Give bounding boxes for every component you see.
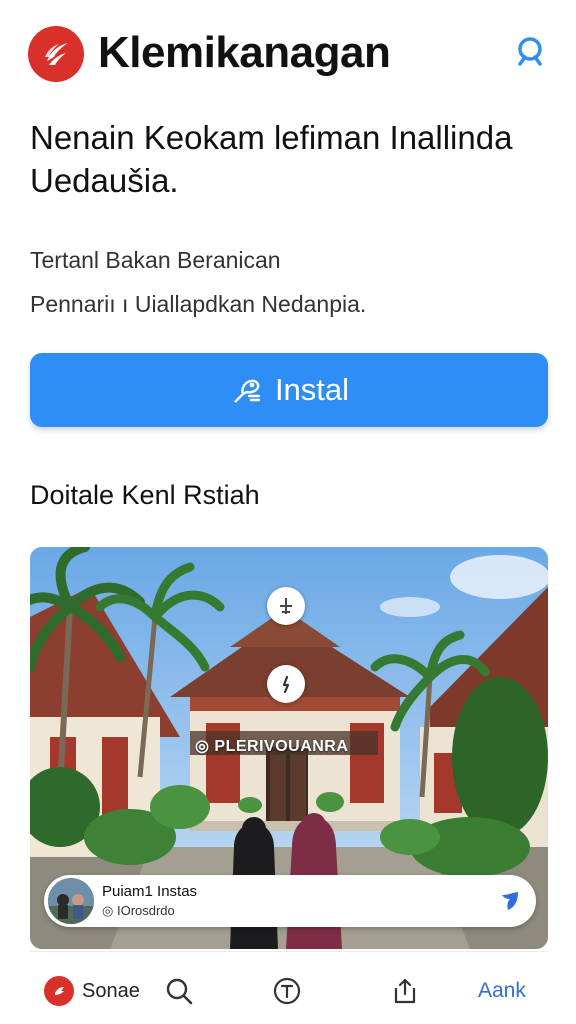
section-title: Doitale Kenl Rstiah: [30, 480, 260, 510]
place-action-button[interactable]: [496, 887, 524, 915]
place-subtitle: ◎ IOrosdrdo: [102, 903, 175, 919]
bottom-navigation: Sonae Aank: [30, 951, 548, 1024]
building-sign: ◎ PLERIVOUANRA: [195, 736, 348, 756]
map-pin-marker[interactable]: [267, 587, 305, 625]
location-pin-icon: ◎: [102, 903, 117, 918]
install-label: Instal: [274, 372, 350, 407]
intro-headline: Nenain Keokam lefiman Inallinda Uedaušia…: [30, 119, 513, 199]
location-marker[interactable]: [267, 665, 305, 703]
place-info-card[interactable]: Puiam1 Instas ◎ IOrosdrdo: [44, 875, 536, 927]
intro-description: Tertanl Bakan Beranican Pennariı ı Uiall…: [30, 238, 550, 326]
pin-icon: [280, 598, 292, 614]
nav-search[interactable]: [164, 974, 194, 1008]
app-logo-icon: [28, 26, 84, 82]
nav-share[interactable]: [390, 974, 420, 1008]
sign-icon: ◎: [195, 738, 215, 755]
description-line-2: Pennariı ı Uiallapdkan Nedanpia.: [30, 291, 367, 317]
nav-timer[interactable]: [272, 974, 302, 1008]
place-title: Puiam1 Instas: [102, 883, 198, 900]
place-avatar: [48, 878, 94, 924]
share-icon: [394, 978, 416, 1004]
shield-icon: [502, 892, 518, 910]
nav-account[interactable]: Aank: [478, 974, 526, 1008]
search-icon: [166, 978, 193, 1005]
sign-text: PLERIVOUANRA: [214, 738, 349, 755]
install-button[interactable]: Instal: [30, 353, 548, 427]
app-title: Klemikanagan: [98, 28, 391, 77]
place-subtitle-text: IOrosdrdo: [116, 903, 175, 918]
place-photo-card[interactable]: ◎ PLERIVOUANRA Puiam1 Instas ◎ IOrosdrdo: [30, 547, 548, 949]
marker-icon: [282, 675, 290, 694]
search-button[interactable]: [508, 30, 552, 74]
timer-icon: [273, 977, 301, 1005]
description-line-1: Tertanl Bakan Beranican: [30, 247, 281, 273]
app-header: Klemikanagan: [0, 0, 576, 110]
search-icon: [518, 37, 542, 66]
nav-home-label: Sonae: [82, 979, 140, 1002]
nav-home[interactable]: Sonae: [44, 974, 140, 1008]
home-icon: [44, 976, 74, 1006]
install-icon: [234, 379, 261, 403]
nav-account-label: Aank: [478, 979, 526, 1002]
